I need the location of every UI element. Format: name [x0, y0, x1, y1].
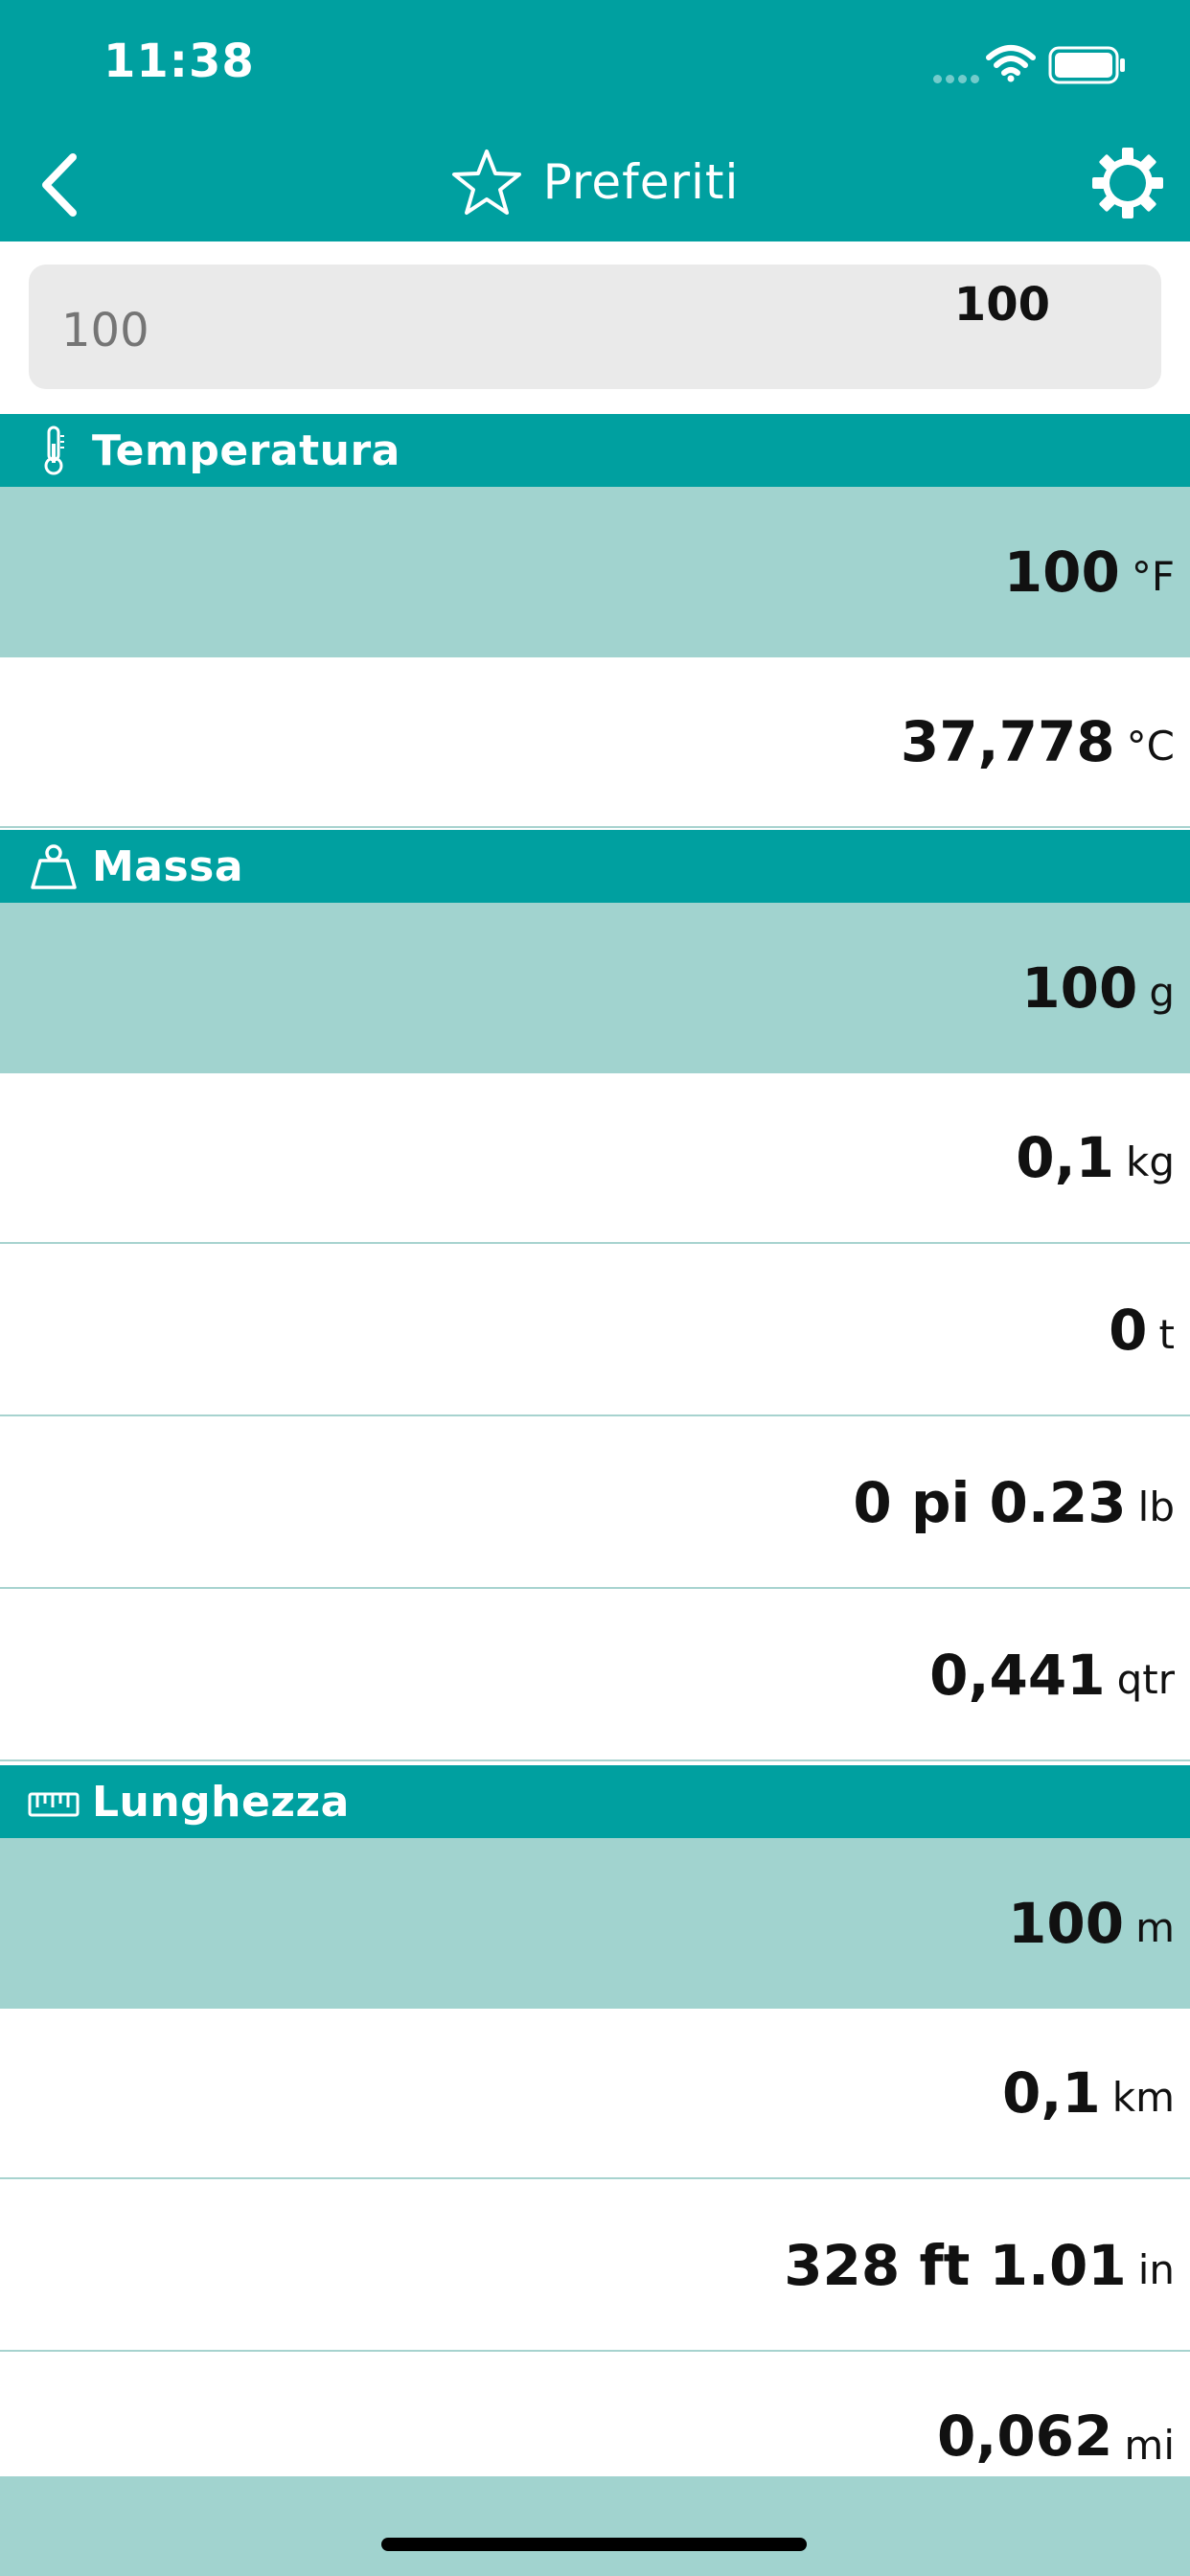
row-value: 0,1: [1002, 2060, 1101, 2126]
conversion-row[interactable]: 328 ft 1.01 in: [0, 2181, 1190, 2352]
section-title: Temperatura: [92, 426, 400, 475]
value-field[interactable]: 100: [29, 264, 1161, 389]
row-unit: qtr: [1116, 1655, 1175, 1703]
row-value: 0,1: [1016, 1125, 1115, 1190]
section-title: Massa: [92, 841, 244, 891]
nav-title-group: Preferiti: [0, 144, 1190, 220]
row-value: 0: [1109, 1298, 1148, 1363]
row-unit: kg: [1126, 1138, 1175, 1185]
row-unit: in: [1137, 2245, 1175, 2293]
ruler-icon: [27, 1773, 80, 1830]
gear-icon[interactable]: [1090, 146, 1165, 220]
conversion-row[interactable]: 0,1 km: [0, 2009, 1190, 2179]
conversion-row[interactable]: 0 pi 0.23 lb: [0, 1418, 1190, 1589]
battery-icon: [1048, 46, 1125, 84]
bottom-bar: [0, 2476, 1190, 2576]
row-unit: °C: [1126, 722, 1175, 770]
row-value: 100: [1021, 955, 1138, 1021]
weight-icon: [27, 838, 80, 895]
conversion-row-highlight[interactable]: 100 g: [0, 903, 1190, 1073]
search-area: 100: [0, 242, 1190, 412]
row-unit: m: [1135, 1903, 1175, 1951]
cellular-signal-icon: [929, 69, 979, 87]
input-value-display: 100: [953, 278, 1050, 332]
row-unit: g: [1149, 968, 1175, 1016]
wifi-icon: [986, 45, 1036, 82]
star-icon: [451, 150, 521, 215]
row-unit: °F: [1131, 552, 1175, 600]
conversion-row[interactable]: 0,062 mi: [0, 2354, 1190, 2476]
conversion-row[interactable]: 37,778 °C: [0, 657, 1190, 828]
page-title: Preferiti: [542, 154, 740, 210]
conversion-row-highlight[interactable]: 100 m: [0, 1838, 1190, 2009]
row-value: 328 ft 1.01: [784, 2233, 1127, 2298]
conversion-row[interactable]: 0 t: [0, 1246, 1190, 1416]
value-input[interactable]: [59, 291, 830, 370]
section-header-lunghezza: Lunghezza: [0, 1765, 1190, 1838]
thermometer-icon: [27, 422, 80, 479]
section-title: Lunghezza: [92, 1777, 350, 1827]
section-header-temperatura: Temperatura: [0, 414, 1190, 487]
conversion-row[interactable]: 0,441 qtr: [0, 1591, 1190, 1761]
conversion-row[interactable]: 0,1 kg: [0, 1073, 1190, 1244]
status-time: 11:38: [103, 34, 255, 88]
section-header-massa: Massa: [0, 830, 1190, 903]
row-unit: mi: [1124, 2422, 1175, 2469]
home-indicator[interactable]: [381, 2538, 807, 2551]
row-unit: lb: [1137, 1483, 1175, 1530]
row-unit: t: [1158, 1310, 1175, 1358]
row-value: 100: [1003, 540, 1120, 605]
row-unit: km: [1111, 2073, 1175, 2121]
row-value: 0,441: [929, 1643, 1106, 1708]
row-value: 0,062: [936, 2404, 1113, 2469]
row-value: 0 pi 0.23: [853, 1470, 1127, 1535]
row-value: 100: [1008, 1891, 1125, 1956]
top-bar: 11:38 Preferiti: [0, 0, 1190, 242]
conversion-row-highlight[interactable]: 100 °F: [0, 487, 1190, 657]
row-value: 37,778: [900, 709, 1115, 774]
